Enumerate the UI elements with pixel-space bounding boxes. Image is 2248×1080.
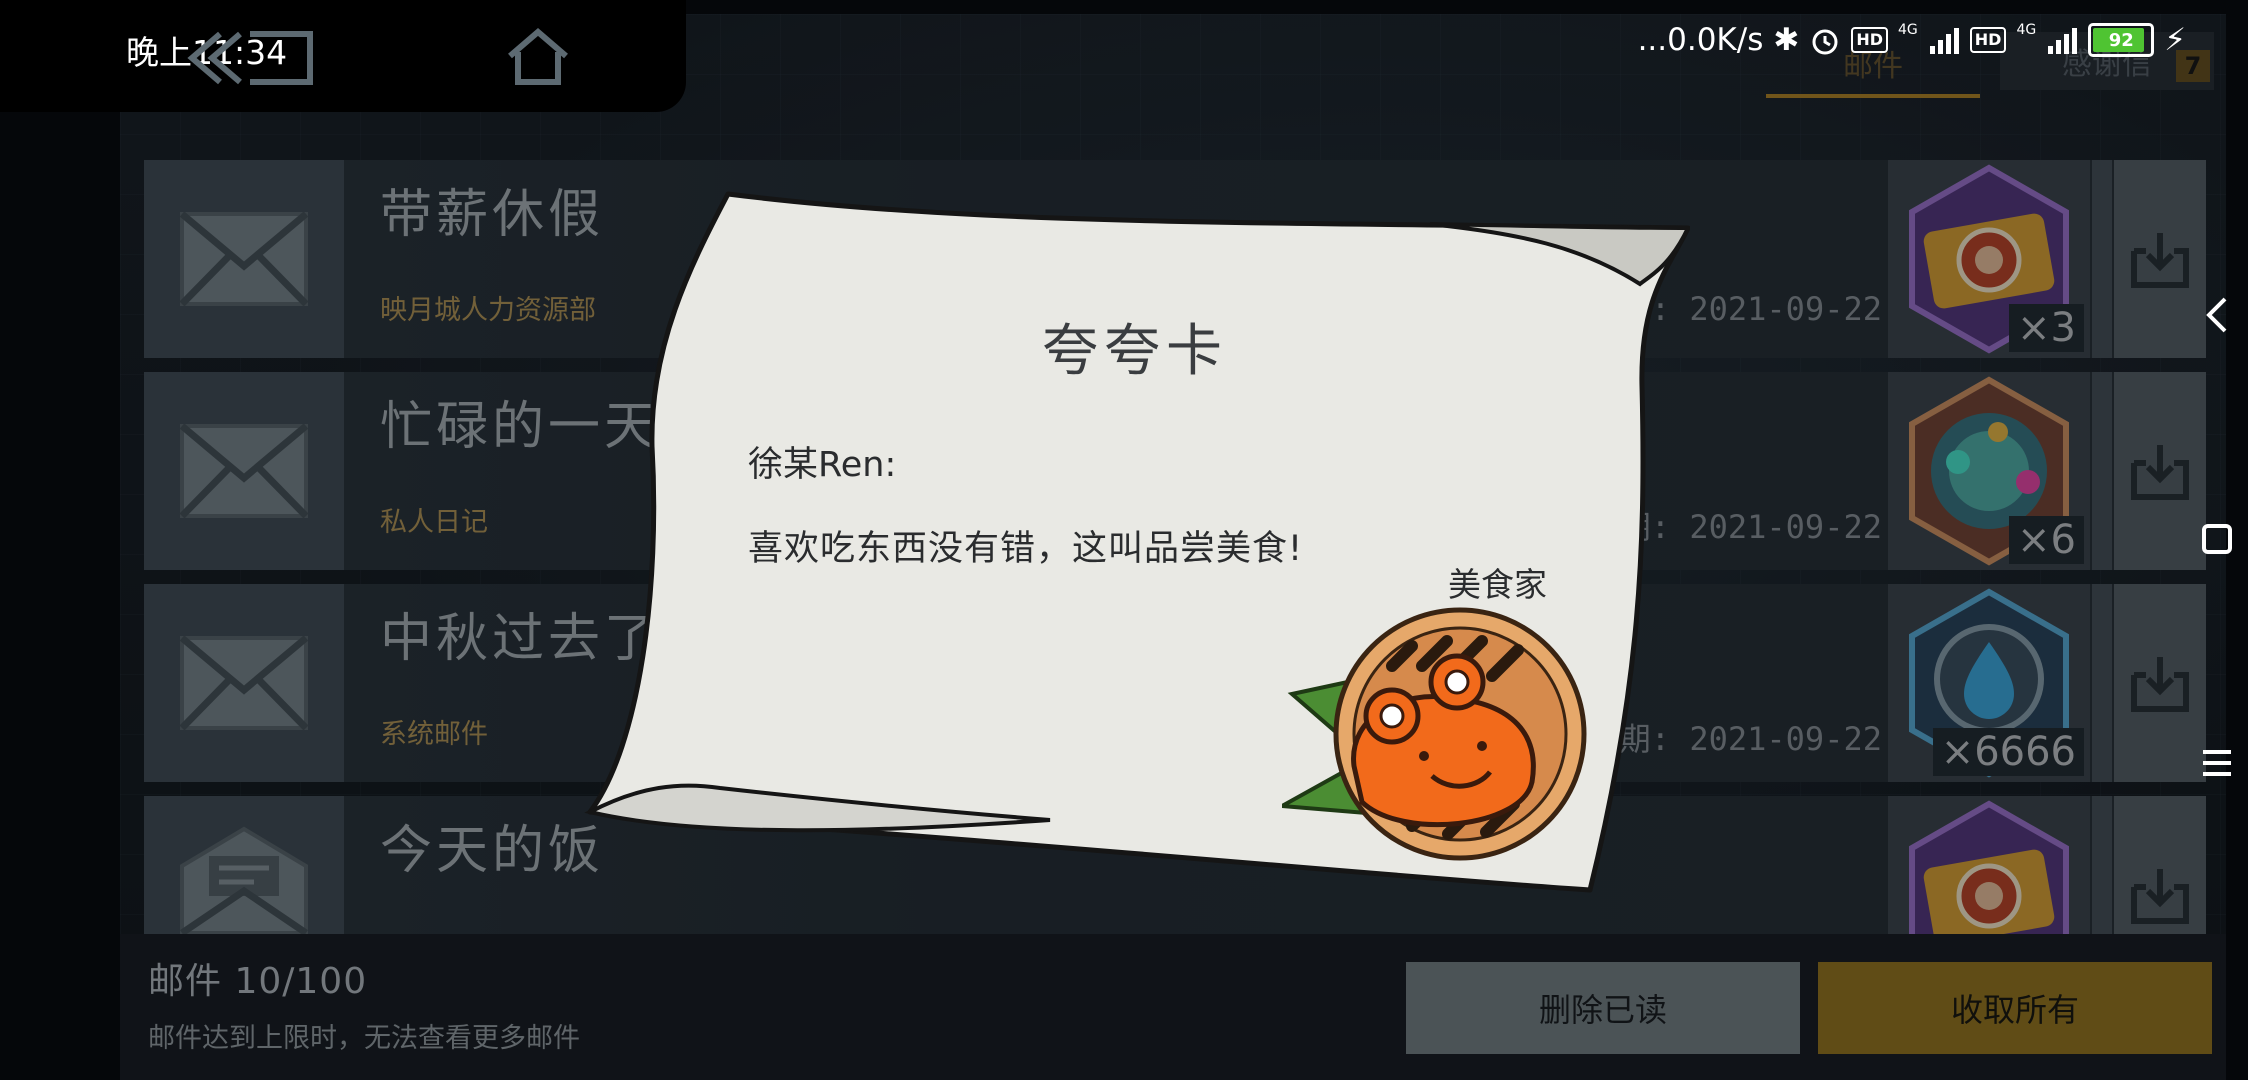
side-nav — [2188, 0, 2248, 1080]
nav-menu-icon[interactable] — [2196, 742, 2238, 784]
home-icon[interactable] — [506, 28, 570, 86]
crab-dish-icon — [1282, 607, 1587, 861]
letter-title: 夸夸卡 — [1042, 319, 1228, 384]
status-left-panel: 晚上11:34 — [0, 0, 686, 112]
letter-body: 喜欢吃东西没有错，这叫品尝美食! — [748, 529, 1304, 569]
back-icon[interactable] — [180, 30, 320, 86]
nav-recents-icon[interactable] — [2196, 518, 2238, 560]
letter-recipient: 徐某Ren: — [748, 445, 897, 485]
praise-card-popup[interactable]: 夸夸卡 徐某Ren: 喜欢吃东西没有错，这叫品尝美食! 美食家 — [580, 186, 1690, 902]
nav-back-icon[interactable] — [2196, 294, 2238, 336]
letter-signature: 美食家 — [1448, 565, 1547, 604]
